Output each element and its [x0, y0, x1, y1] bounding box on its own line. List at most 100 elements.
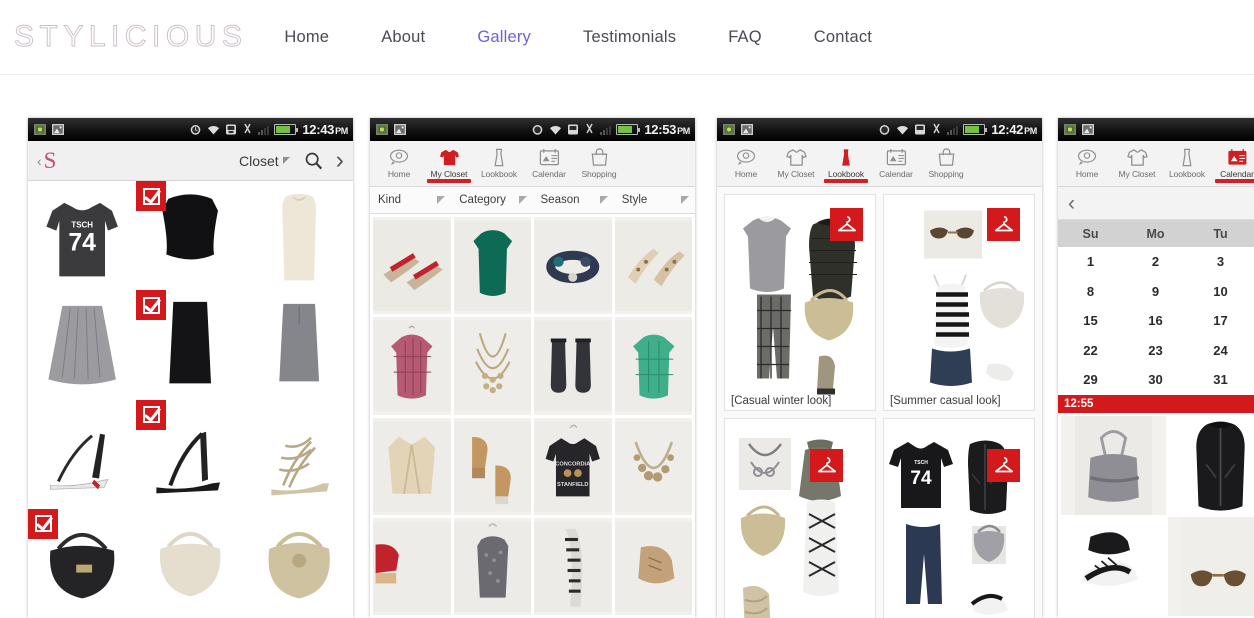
- closet-item[interactable]: TSCH 74: [28, 181, 136, 290]
- closet-photo[interactable]: [615, 317, 693, 414]
- hanger-badge[interactable]: [987, 208, 1020, 241]
- closet-item[interactable]: [28, 400, 136, 509]
- calendar-day[interactable]: 22: [1058, 336, 1123, 366]
- nav-item-home[interactable]: Home: [284, 22, 329, 53]
- tab-my-closet[interactable]: My Closet: [1112, 145, 1162, 179]
- calendar-day[interactable]: 2: [1123, 247, 1188, 277]
- closet-item[interactable]: [245, 290, 353, 399]
- calendar-day[interactable]: 17: [1188, 306, 1253, 336]
- calendar-day[interactable]: 3: [1188, 247, 1253, 277]
- tab-shopping[interactable]: Shopping: [921, 145, 971, 179]
- phone-screenshot-closet[interactable]: 12:43PM ‹ S Closet › TSCH 74: [28, 118, 353, 618]
- closet-photo[interactable]: [534, 217, 612, 314]
- tab-home[interactable]: Home: [1062, 145, 1112, 179]
- selected-check-badge[interactable]: [136, 290, 166, 320]
- filter-kind[interactable]: Kind: [370, 194, 451, 206]
- closet-photo[interactable]: [373, 217, 451, 314]
- phone-screenshot-my-closet[interactable]: 12:53PM Home My Closet: [370, 118, 695, 618]
- lookbook-card[interactable]: [Summer casual look]: [883, 194, 1035, 411]
- olive-maxi-look-art: [725, 419, 875, 618]
- calendar-day[interactable]: 15: [1058, 306, 1123, 336]
- dow-tu: Tu: [1188, 227, 1253, 241]
- closet-item[interactable]: [136, 509, 244, 618]
- outfit-item[interactable]: [1061, 416, 1166, 515]
- calendar-day[interactable]: 8: [1058, 277, 1123, 307]
- chevron-right-icon[interactable]: ›: [336, 148, 344, 173]
- closet-photo[interactable]: [454, 518, 532, 615]
- outfit-item[interactable]: [1061, 517, 1166, 616]
- filter-season[interactable]: Season: [533, 194, 614, 206]
- closet-item[interactable]: [245, 509, 353, 618]
- closet-dropdown-label[interactable]: Closet: [239, 153, 279, 169]
- closet-photo[interactable]: [454, 217, 532, 314]
- phone-screenshot-lookbook[interactable]: 12:42PM Home My Closet Lookbook Calendar: [717, 118, 1042, 618]
- calendar-day[interactable]: 10: [1188, 277, 1253, 307]
- selected-check-badge[interactable]: [136, 400, 166, 430]
- chevron-left-icon[interactable]: ‹: [1068, 193, 1075, 214]
- tab-calendar[interactable]: Calendar: [524, 145, 574, 179]
- calendar-day[interactable]: 24: [1188, 336, 1253, 366]
- closet-photo[interactable]: [454, 418, 532, 515]
- closet-photo[interactable]: [373, 518, 451, 615]
- outfit-item[interactable]: [1168, 517, 1254, 616]
- calendar-day[interactable]: 29: [1058, 365, 1123, 395]
- closet-item[interactable]: [136, 181, 244, 290]
- selected-check-badge[interactable]: [28, 509, 58, 539]
- tab-home[interactable]: Home: [374, 145, 424, 179]
- nav-item-gallery[interactable]: Gallery: [477, 22, 531, 53]
- closet-photo[interactable]: [534, 518, 612, 615]
- filter-category[interactable]: Category: [451, 194, 532, 206]
- hanger-badge[interactable]: [810, 449, 843, 482]
- tab-home[interactable]: Home: [721, 145, 771, 179]
- filter-style[interactable]: Style: [614, 194, 695, 206]
- tab-lookbook[interactable]: Lookbook: [1162, 145, 1212, 179]
- calendar-day[interactable]: 1: [1058, 247, 1123, 277]
- hanger-badge[interactable]: [987, 449, 1020, 482]
- lookbook-card[interactable]: TSCH 74: [883, 418, 1035, 618]
- closet-item[interactable]: [245, 400, 353, 509]
- hanger-badge[interactable]: [830, 208, 863, 241]
- search-icon[interactable]: [304, 151, 324, 171]
- tab-lookbook[interactable]: Lookbook: [474, 145, 524, 179]
- tab-shopping[interactable]: Shopping: [574, 145, 624, 179]
- chevron-left-icon[interactable]: ‹: [37, 153, 42, 169]
- closet-item[interactable]: [245, 181, 353, 290]
- closet-photo[interactable]: [615, 217, 693, 314]
- outfit-item[interactable]: [1168, 416, 1254, 515]
- lookbook-card[interactable]: [724, 418, 876, 618]
- triangle-down-icon[interactable]: [283, 157, 290, 164]
- nav-item-faq[interactable]: FAQ: [728, 22, 762, 53]
- tab-calendar[interactable]: Calendar: [1212, 145, 1254, 179]
- closet-photo[interactable]: [373, 317, 451, 414]
- closet-item[interactable]: [136, 400, 244, 509]
- calendar-day[interactable]: 16: [1123, 306, 1188, 336]
- grey-tote-bag-art: [1061, 416, 1166, 515]
- closet-photo[interactable]: CONCORDIA STANFIELD: [534, 418, 612, 515]
- selected-check-badge[interactable]: [136, 181, 166, 211]
- closet-item[interactable]: [28, 509, 136, 618]
- closet-item[interactable]: [136, 290, 244, 399]
- tab-my-closet[interactable]: My Closet: [771, 145, 821, 179]
- closet-photo[interactable]: [373, 418, 451, 515]
- nav-item-contact[interactable]: Contact: [814, 22, 872, 53]
- tab-my-closet[interactable]: My Closet: [424, 145, 474, 179]
- calendar-day[interactable]: 31: [1188, 365, 1253, 395]
- black-t-strap-heel-art: [28, 400, 136, 509]
- closet-photo[interactable]: [615, 418, 693, 515]
- tab-calendar[interactable]: Calendar: [871, 145, 921, 179]
- closet-photo[interactable]: [615, 518, 693, 615]
- calendar-day[interactable]: 9: [1123, 277, 1188, 307]
- site-logo[interactable]: STYLICIOUS: [14, 22, 247, 52]
- calendar-day[interactable]: 30: [1123, 365, 1188, 395]
- closet-photo[interactable]: [454, 317, 532, 414]
- closet-item[interactable]: [28, 290, 136, 399]
- closet-photo[interactable]: [534, 317, 612, 414]
- lookbook-card[interactable]: [Casual winter look]: [724, 194, 876, 411]
- tab-label: Calendar: [879, 169, 913, 179]
- phone-screenshot-calendar[interactable]: Home My Closet Lookbook Calendar S ‹: [1058, 118, 1254, 618]
- tshirt-icon: [786, 146, 807, 168]
- calendar-day[interactable]: 23: [1123, 336, 1188, 366]
- nav-item-about[interactable]: About: [381, 22, 425, 53]
- tab-lookbook[interactable]: Lookbook: [821, 145, 871, 179]
- nav-item-testimonials[interactable]: Testimonials: [583, 22, 676, 53]
